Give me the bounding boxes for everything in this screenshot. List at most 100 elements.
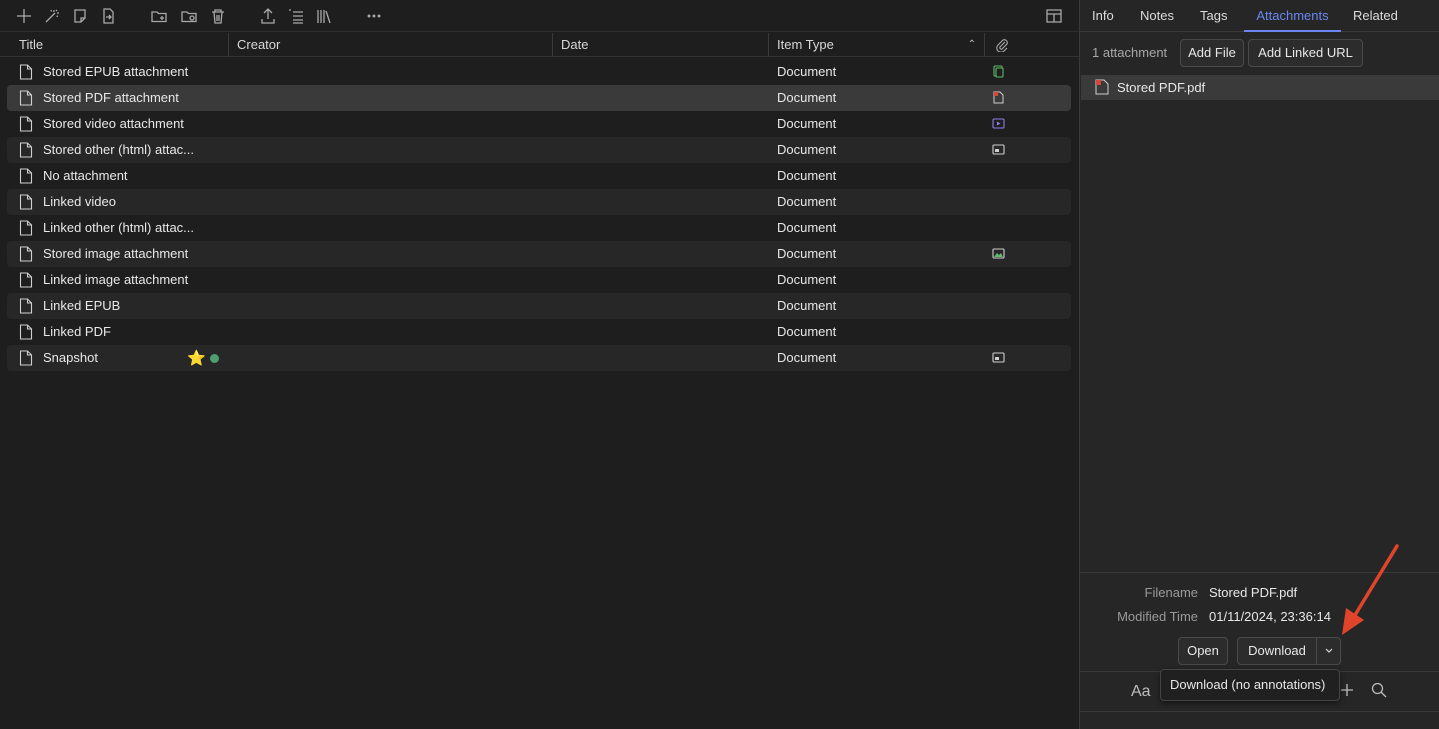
add-linked-url-button[interactable]: Add Linked URL [1248,39,1363,67]
row-item-type: Document [777,142,837,157]
row-title: Linked video [43,194,116,209]
tab-info[interactable]: Info [1092,0,1114,32]
snapshot-attachment-icon[interactable] [992,143,1006,157]
column-date[interactable]: Date [553,33,769,57]
items-pane: Title Creator Date Item Type ⌃ Stored EP… [0,0,1079,729]
table-row[interactable]: Stored video attachment Document [7,111,1071,137]
row-title: No attachment [43,168,128,183]
red-arrow-annotation [1342,544,1399,635]
document-icon [19,246,33,262]
tab-notes[interactable]: Notes [1140,0,1174,32]
attachment-count: 1 attachment [1092,45,1168,60]
new-item-icon[interactable] [14,6,34,26]
sort-ascending-icon: ⌃ [967,39,976,50]
row-title: Stored video attachment [43,116,184,131]
font-format-button[interactable]: Aa [1131,683,1151,701]
column-attachments[interactable] [985,33,1079,57]
items-toolbar [0,0,1079,32]
document-icon [19,194,33,210]
tab-attachments[interactable]: Attachments [1244,0,1341,32]
document-icon [19,272,33,288]
toggle-pane-icon[interactable] [1044,6,1064,26]
filename-value[interactable]: Stored PDF.pdf [1209,585,1297,600]
row-title: Linked other (html) attac... [43,220,195,235]
chevron-down-icon [1325,648,1332,653]
trash-icon[interactable] [208,6,228,26]
table-row[interactable]: No attachment Document [7,163,1071,189]
search-icon[interactable] [1370,681,1388,699]
paperclip-icon [996,39,1008,53]
table-row[interactable]: Linked other (html) attac... Document [7,215,1071,241]
attachment-list-item[interactable]: Stored PDF.pdf [1081,75,1439,100]
row-title: Linked image attachment [43,272,189,287]
pdf-file-icon [1095,79,1109,95]
column-title[interactable]: Title [11,33,229,57]
add-file-button[interactable]: Add File [1180,39,1244,67]
row-title: Linked EPUB [43,298,121,313]
download-tooltip: Download (no annotations) [1160,669,1340,701]
table-row[interactable]: Linked video Document [7,189,1071,215]
row-title: Stored PDF attachment [43,90,179,105]
item-pane-tabs: Info Notes Tags Attachments Related [1080,0,1439,32]
row-emoji: ⭐ [187,350,206,367]
row-title: Stored other (html) attac... [43,142,195,157]
document-icon [19,298,33,314]
document-icon [19,350,33,366]
download-menu-button[interactable] [1316,637,1341,665]
row-item-type: Document [777,324,837,339]
table-row[interactable]: Stored other (html) attac... Document [7,137,1071,163]
document-icon [19,116,33,132]
epub-attachment-icon[interactable] [992,65,1006,79]
column-item-type-label: Item Type [777,37,834,52]
row-item-type: Document [777,116,837,131]
column-item-type[interactable]: Item Type ⌃ [769,33,985,57]
open-button[interactable]: Open [1178,637,1228,665]
magic-wand-icon[interactable] [42,6,62,26]
document-icon [19,90,33,106]
modified-time-value: 01/11/2024, 23:36:14 [1209,609,1331,624]
table-row[interactable]: Snapshot ⭐ Document [7,345,1071,371]
tab-tags[interactable]: Tags [1200,0,1227,32]
table-row[interactable]: Stored image attachment Document [7,241,1071,267]
row-item-type: Document [777,246,837,261]
modified-time-label: Modified Time [1117,609,1198,624]
image-attachment-icon[interactable] [992,247,1006,261]
items-list: Stored EPUB attachment Document Stored PDF… [7,59,1071,371]
pane-footer [1080,711,1439,729]
download-button[interactable]: Download [1237,637,1317,665]
column-header: Title Creator Date Item Type ⌃ [0,33,1079,57]
new-collection-icon[interactable] [149,6,169,26]
snapshot-attachment-icon[interactable] [992,351,1006,365]
table-row[interactable]: Linked EPUB Document [7,293,1071,319]
table-row[interactable]: Linked image attachment Document [7,267,1071,293]
citation-list-icon[interactable] [286,6,306,26]
add-attachment-icon[interactable] [98,6,118,26]
tab-related[interactable]: Related [1353,0,1398,32]
new-note-icon[interactable] [70,6,90,26]
new-saved-search-icon[interactable] [179,6,199,26]
export-icon[interactable] [258,6,278,26]
column-creator[interactable]: Creator [229,33,553,57]
document-icon [19,220,33,236]
row-item-type: Document [777,168,837,183]
document-icon [19,142,33,158]
filename-label: Filename [1144,585,1198,600]
add-icon[interactable] [1338,681,1356,699]
attachment-name: Stored PDF.pdf [1117,80,1206,95]
video-attachment-icon[interactable] [992,117,1006,131]
row-title: Snapshot [43,350,98,365]
colored-tag-dot [210,354,219,363]
table-row[interactable]: Stored PDF attachment Document [7,85,1071,111]
library-icon[interactable] [314,6,334,26]
document-icon [19,64,33,80]
more-options-icon[interactable] [364,6,384,26]
attachments-header: 1 attachment Add File Add Linked URL [1080,38,1439,68]
pdf-attachment-icon[interactable] [992,91,1006,105]
row-item-type: Document [777,194,837,209]
row-item-type: Document [777,90,837,105]
row-item-type: Document [777,272,837,287]
row-title: Stored EPUB attachment [43,64,189,79]
table-row[interactable]: Linked PDF Document [7,319,1071,345]
row-title: Linked PDF [43,324,111,339]
table-row[interactable]: Stored EPUB attachment Document [7,59,1071,85]
